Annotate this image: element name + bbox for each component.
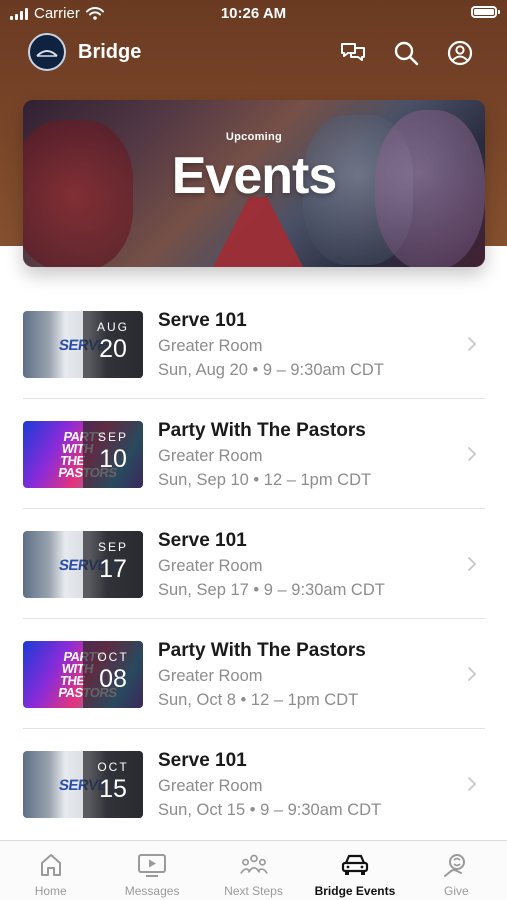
- event-thumbnail: PARTY WITH THE PASTORS OCT 08: [23, 641, 143, 708]
- event-title: Serve 101: [158, 310, 247, 331]
- date-badge: OCT 08: [83, 641, 143, 708]
- event-location: Greater Room: [158, 667, 263, 685]
- event-thumbnail: SERVE 1 SEP 17: [23, 531, 143, 598]
- event-time: Sun, Sep 10 • 12 – 1pm CDT: [158, 471, 372, 489]
- tab-give[interactable]: Give: [406, 841, 507, 900]
- event-title: Serve 101: [158, 750, 247, 771]
- event-row[interactable]: SERVE AUG 20 Serve 101 Greater Room Sun,…: [23, 289, 485, 399]
- date-badge: SEP 17: [83, 531, 143, 598]
- tab-next-steps[interactable]: Next Steps: [203, 841, 304, 900]
- date-month: AUG: [96, 320, 129, 334]
- app-header: Bridge: [0, 30, 507, 76]
- tab-label: Home: [34, 884, 67, 898]
- tab-label: Next Steps: [224, 884, 283, 898]
- chevron-right-icon: [468, 777, 477, 791]
- event-thumbnail: SERVE AUG 20: [23, 311, 143, 378]
- event-thumbnail: PARTY WITH THE PASTORS SEP 10: [23, 421, 143, 488]
- hero-kicker: Upcoming: [225, 131, 283, 143]
- date-month: SEP: [97, 540, 128, 554]
- give-icon: [441, 851, 471, 879]
- events-list: SERVE AUG 20 Serve 101 Greater Room Sun,…: [23, 289, 485, 839]
- date-day: 08: [99, 665, 127, 693]
- tab-label: Bridge Events: [314, 884, 396, 898]
- chat-icon[interactable]: [339, 39, 367, 67]
- event-row[interactable]: PARTY WITH THE PASTORS SEP 10 Party With…: [23, 399, 485, 509]
- date-day: 10: [99, 445, 127, 473]
- search-icon[interactable]: [392, 39, 420, 67]
- event-location: Greater Room: [158, 337, 263, 355]
- bridge-logo[interactable]: [28, 33, 66, 71]
- car-icon: [340, 851, 370, 879]
- event-row[interactable]: SERVE 1 SEP 17 Serve 101 Greater Room Su…: [23, 509, 485, 619]
- event-title: Serve 101: [158, 530, 247, 551]
- upcoming-events-banner: Upcoming Events: [23, 100, 485, 267]
- tab-label: Messages: [124, 884, 180, 898]
- event-location: Greater Room: [158, 447, 263, 465]
- date-badge: SEP 10: [83, 421, 143, 488]
- chevron-right-icon: [468, 667, 477, 681]
- chevron-right-icon: [468, 337, 477, 351]
- date-month: OCT: [97, 760, 129, 774]
- event-row[interactable]: PARTY WITH THE PASTORS OCT 08 Party With…: [23, 619, 485, 729]
- date-month: SEP: [97, 430, 128, 444]
- date-badge: OCT 15: [83, 751, 143, 818]
- chevron-right-icon: [468, 447, 477, 461]
- status-time: 10:26 AM: [220, 5, 287, 22]
- event-row[interactable]: SERVE 1 OCT 15 Serve 101 Greater Room Su…: [23, 729, 485, 839]
- event-title: Party With The Pastors: [158, 420, 366, 441]
- event-time: Sun, Oct 8 • 12 – 1pm CDT: [158, 691, 359, 709]
- tab-bridge-events[interactable]: Bridge Events: [304, 841, 405, 900]
- bridge-logo-icon: [36, 50, 58, 57]
- date-day: 17: [99, 555, 127, 583]
- date-day: 20: [99, 335, 127, 363]
- tab-label: Give: [443, 884, 469, 898]
- event-title: Party With The Pastors: [158, 640, 366, 661]
- battery-icon: [471, 6, 500, 18]
- profile-icon[interactable]: [446, 39, 474, 67]
- tab-messages[interactable]: Messages: [101, 841, 202, 900]
- chevron-right-icon: [468, 557, 477, 571]
- date-month: OCT: [97, 650, 129, 664]
- app-title: Bridge: [78, 41, 142, 63]
- status-bar: Carrier 10:26 AM: [0, 0, 507, 28]
- event-time: Sun, Aug 20 • 9 – 9:30am CDT: [158, 361, 384, 379]
- event-time: Sun, Sep 17 • 9 – 9:30am CDT: [158, 581, 385, 599]
- event-thumbnail: SERVE 1 OCT 15: [23, 751, 143, 818]
- hero-title: Events: [171, 147, 338, 205]
- tab-home[interactable]: Home: [0, 841, 101, 900]
- event-time: Sun, Oct 15 • 9 – 9:30am CDT: [158, 801, 382, 819]
- event-location: Greater Room: [158, 557, 263, 575]
- tab-bar: Home Messages Next Steps Bridge Events G…: [0, 840, 507, 900]
- date-badge: AUG 20: [83, 311, 143, 378]
- date-day: 15: [99, 775, 127, 803]
- people-icon: [239, 851, 269, 879]
- event-location: Greater Room: [158, 777, 263, 795]
- video-icon: [137, 851, 167, 879]
- home-icon: [36, 851, 66, 879]
